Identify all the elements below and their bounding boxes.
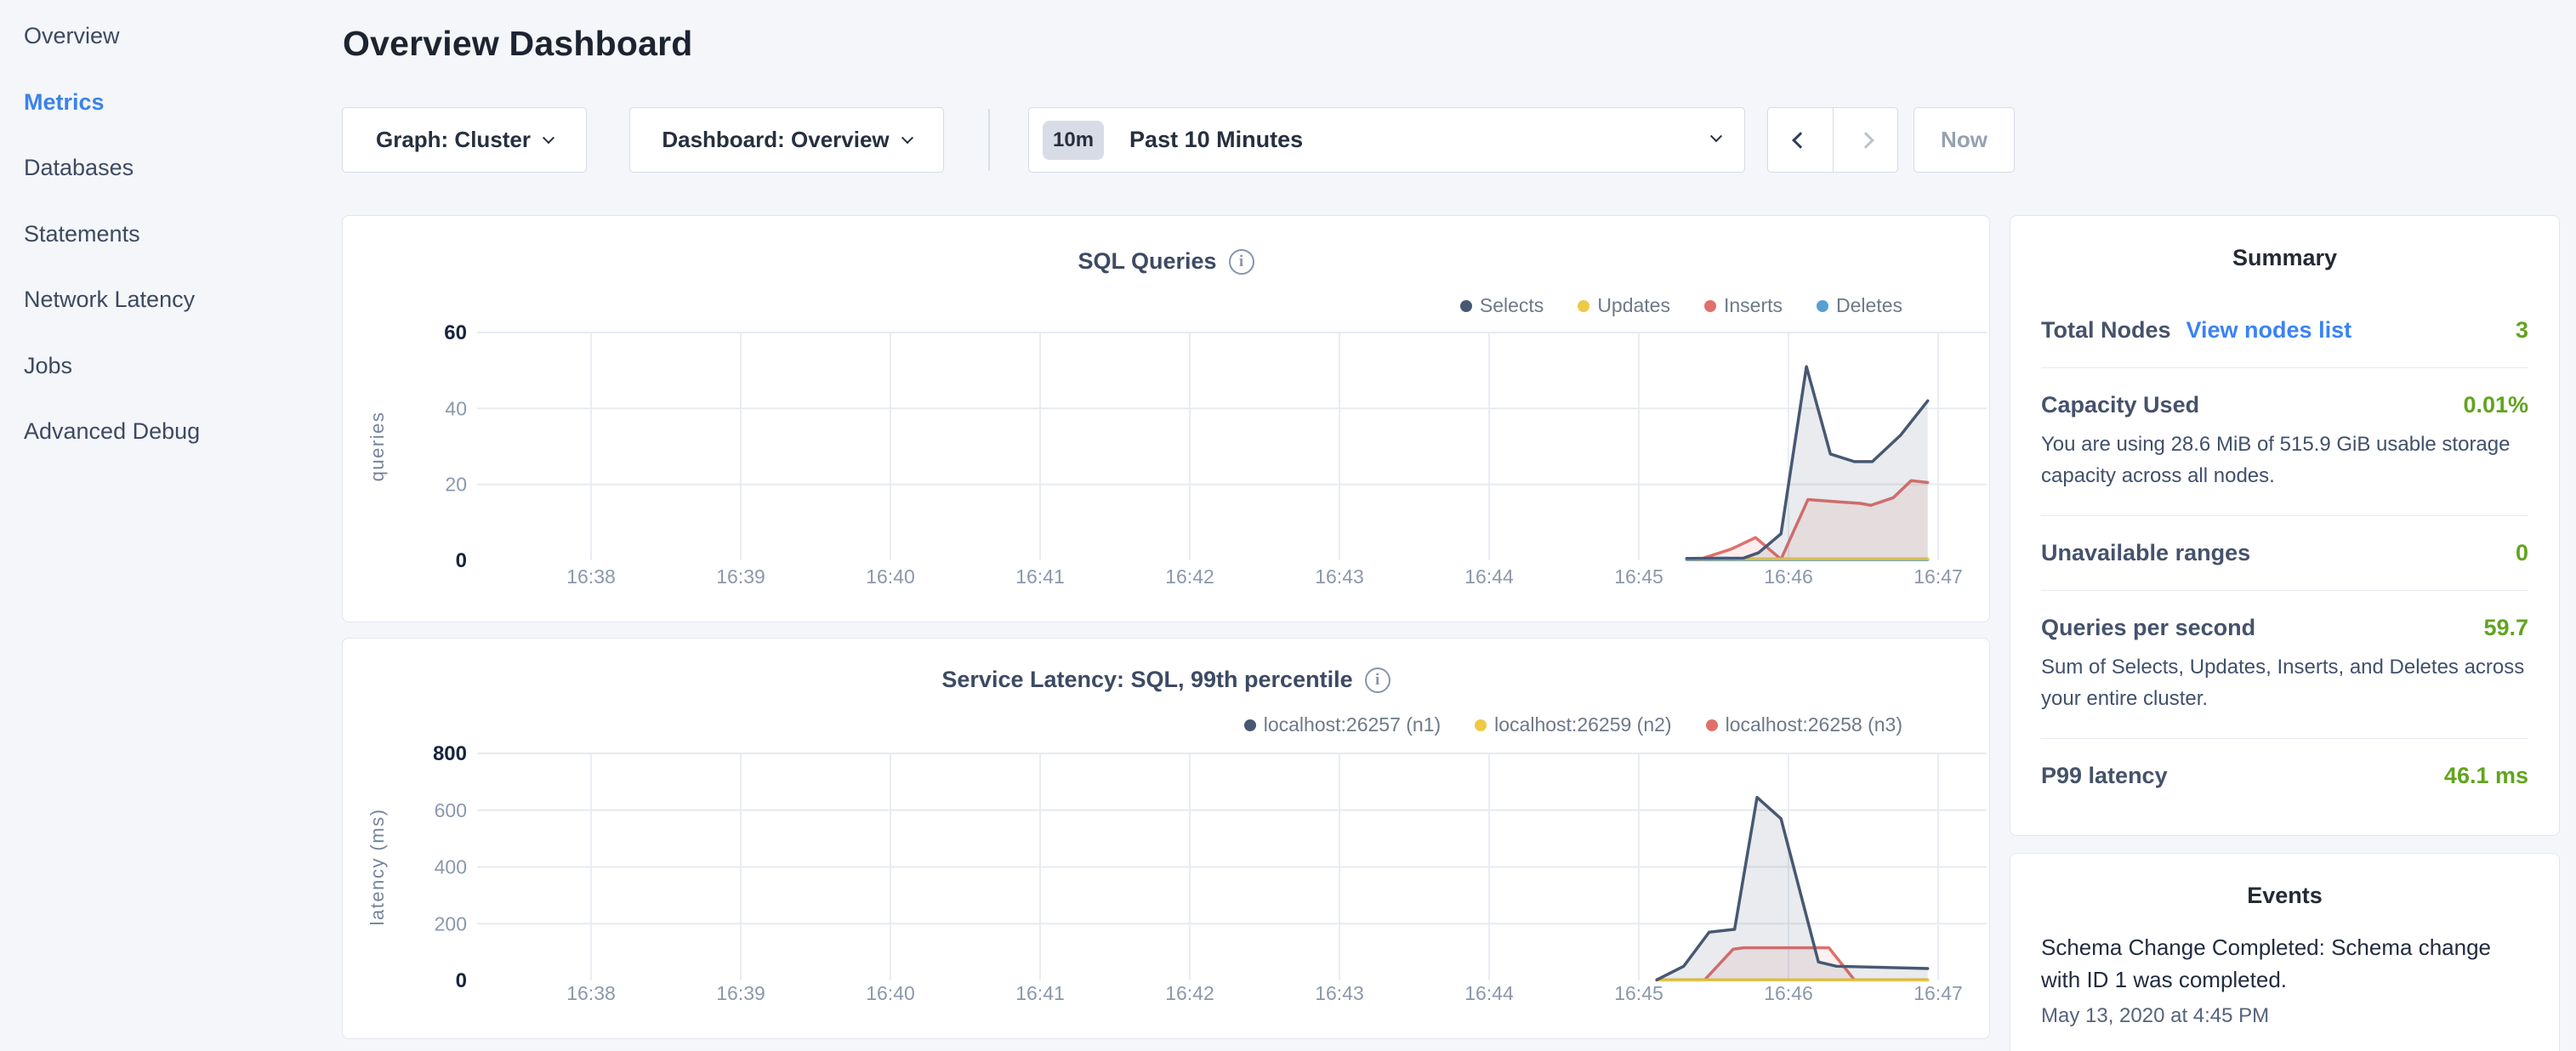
svg-text:800: 800: [433, 742, 467, 765]
svg-text:16:46: 16:46: [1764, 565, 1813, 588]
event-message: Schema Change Completed: Schema change w…: [2041, 931, 2528, 996]
view-nodes-list-link[interactable]: View nodes list: [2186, 317, 2352, 344]
svg-text:16:44: 16:44: [1464, 565, 1514, 588]
chevron-down-icon: [901, 132, 913, 144]
svg-text:16:38: 16:38: [566, 982, 616, 1004]
svg-text:16:39: 16:39: [716, 565, 765, 588]
sidebar-item-advanced-debug[interactable]: Advanced Debug: [24, 417, 200, 446]
summary-title: Summary: [2041, 245, 2528, 271]
overview-dashboard-page: Overview Metrics Databases Statements Networ…: [0, 0, 2576, 1051]
chevron-down-icon: [1710, 130, 1722, 142]
summary-row-label: Queries per second: [2041, 615, 2255, 641]
summary-row-value: 0: [2516, 540, 2528, 566]
summary-row-label: Total Nodes: [2041, 317, 2171, 344]
summary-row: Capacity Used 0.01% You are using 28.6 MiB…: [2041, 367, 2528, 515]
svg-text:16:38: 16:38: [566, 565, 616, 588]
svg-text:20: 20: [445, 474, 467, 496]
graph-dropdown-label: Graph: Cluster: [376, 127, 531, 153]
events-title: Events: [2041, 883, 2528, 909]
sidebar-item-jobs[interactable]: Jobs: [24, 351, 72, 380]
sql-queries-plot[interactable]: 16:38 16:39 16:40 16:41 16:42 16:43 16:44 16:45…: [343, 216, 1991, 623]
dashboard-dropdown[interactable]: Dashboard: Overview: [629, 107, 944, 173]
events-list: Schema Change Completed: Schema change w…: [2041, 931, 2528, 1028]
summary-panel: Summary Total Nodes View nodes list 3 Capac…: [2010, 215, 2560, 836]
chevron-right-icon: [1857, 132, 1874, 149]
summary-row: Unavailable ranges 0: [2041, 515, 2528, 590]
svg-text:16:47: 16:47: [1914, 982, 1963, 1004]
summary-row-description: Sum of Selects, Updates, Inserts, and De…: [2041, 651, 2528, 714]
sidebar-item-network-latency[interactable]: Network Latency: [24, 285, 195, 314]
svg-text:0: 0: [456, 549, 467, 572]
svg-text:16:45: 16:45: [1614, 982, 1663, 1004]
summary-row: Total Nodes View nodes list 3: [2041, 293, 2528, 367]
time-next-button[interactable]: [1833, 108, 1897, 172]
svg-text:16:42: 16:42: [1165, 982, 1214, 1004]
time-range-dropdown[interactable]: 10m Past 10 Minutes: [1028, 107, 1745, 173]
event-item[interactable]: Schema Change Completed: Schema change w…: [2041, 931, 2528, 1028]
svg-text:40: 40: [445, 397, 467, 419]
summary-rows: Total Nodes View nodes list 3 Capacity Used…: [2041, 293, 2528, 813]
service-latency-chart-card: Service Latency: SQL, 99th percentile i …: [342, 638, 1990, 1039]
svg-text:16:42: 16:42: [1165, 565, 1214, 588]
now-button[interactable]: Now: [1914, 107, 2015, 173]
svg-text:60: 60: [444, 321, 467, 344]
events-panel: Events Schema Change Completed: Schema c…: [2010, 853, 2560, 1051]
svg-text:16:47: 16:47: [1914, 565, 1963, 588]
summary-row-value: 46.1 ms: [2444, 763, 2528, 789]
svg-text:0: 0: [456, 969, 467, 992]
summary-row-description: You are using 28.6 MiB of 515.9 GiB usab…: [2041, 429, 2528, 491]
svg-text:16:43: 16:43: [1315, 565, 1364, 588]
sidebar-item-metrics[interactable]: Metrics: [24, 88, 105, 116]
svg-text:latency (ms): latency (ms): [367, 809, 388, 926]
summary-row: P99 latency 46.1 ms: [2041, 738, 2528, 813]
svg-text:400: 400: [435, 856, 467, 878]
svg-text:16:39: 16:39: [716, 982, 765, 1004]
svg-text:200: 200: [435, 912, 467, 935]
summary-row-label: Capacity Used: [2041, 392, 2199, 418]
page-title: Overview Dashboard: [343, 24, 692, 64]
svg-text:16:41: 16:41: [1015, 565, 1065, 588]
sql-queries-chart-card: SQL Queries i SelectsUpdatesInsertsDelet…: [342, 215, 1990, 622]
svg-text:16:46: 16:46: [1764, 982, 1813, 1004]
sidebar-nav: Overview Metrics Databases Statements Networ…: [0, 0, 340, 1051]
time-nav-group: [1767, 107, 1898, 173]
dashboard-dropdown-label: Dashboard: Overview: [662, 127, 889, 153]
chevron-left-icon: [1792, 132, 1809, 149]
sidebar-item-statements[interactable]: Statements: [24, 219, 140, 248]
summary-row-value: 0.01%: [2463, 392, 2528, 418]
service-latency-plot[interactable]: 16:38 16:39 16:40 16:41 16:42 16:43 16:44 16:45…: [343, 639, 1991, 1040]
sidebar-item-databases[interactable]: Databases: [24, 153, 134, 182]
toolbar-divider: [988, 109, 990, 171]
chevron-down-icon: [543, 132, 554, 144]
graph-dropdown[interactable]: Graph: Cluster: [342, 107, 587, 173]
svg-text:16:41: 16:41: [1015, 982, 1065, 1004]
time-prev-button[interactable]: [1768, 108, 1833, 172]
summary-row-label: P99 latency: [2041, 763, 2168, 789]
time-range-badge: 10m: [1043, 121, 1104, 160]
sidebar-item-overview[interactable]: Overview: [24, 21, 120, 50]
summary-row-label: Unavailable ranges: [2041, 540, 2250, 566]
event-timestamp: May 13, 2020 at 4:45 PM: [2041, 1004, 2528, 1028]
svg-text:600: 600: [435, 799, 467, 821]
svg-text:16:43: 16:43: [1315, 982, 1364, 1004]
summary-row: Queries per second 59.7 Sum of Selects, Up…: [2041, 590, 2528, 738]
svg-text:16:40: 16:40: [866, 982, 915, 1004]
svg-text:queries: queries: [367, 412, 388, 482]
svg-text:16:44: 16:44: [1464, 982, 1514, 1004]
svg-text:16:45: 16:45: [1614, 565, 1663, 588]
summary-row-value: 3: [2516, 317, 2528, 344]
svg-text:16:40: 16:40: [866, 565, 915, 588]
summary-row-value: 59.7: [2483, 615, 2528, 641]
time-range-label: Past 10 Minutes: [1129, 127, 1303, 153]
